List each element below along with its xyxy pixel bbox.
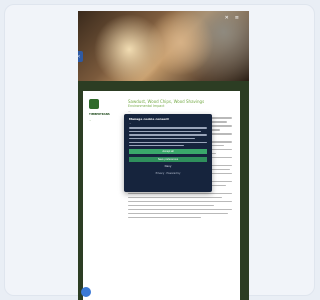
save-preferences-button[interactable]: Save preferences [129,157,207,163]
accept-cookies-button[interactable]: Accept all [129,149,207,155]
text-line [128,212,228,215]
hero-image: ✕ ≡ [78,11,249,81]
consent-text: ... [129,122,132,125]
logo-tagline: ... [89,119,92,122]
consent-text-line [129,127,207,129]
deny-link[interactable]: Deny [129,165,207,168]
consent-title: Manage cookie consent [129,117,169,121]
powered-by-text: Powered by [166,172,181,176]
consent-text-line [129,134,207,136]
text-line [128,208,232,211]
consent-body [129,127,207,147]
chat-icon[interactable] [81,287,91,297]
text-line [128,204,215,207]
cookie-consent-dialog: Manage cookie consent ... Accept all Sav… [124,114,212,192]
close-icon[interactable]: ✕ [225,16,229,21]
logo-name: TIMBERTRANS [89,113,110,116]
consent-text-line [129,141,207,143]
consent-text-line [129,137,196,140]
side-tab[interactable]: ‹ [78,51,83,62]
text-line [128,200,232,203]
logo-badge [89,99,99,109]
text-line [128,216,201,219]
article-subtitle: Environmental Impact [128,104,165,108]
hero-icons: ✕ ≡ [225,16,239,21]
consent-text-line [129,130,201,133]
logo[interactable]: TIMBERTRANS ... [89,99,115,149]
text-line [128,192,232,195]
menu-icon[interactable]: ≡ [235,16,239,21]
text-line [128,196,222,199]
consent-powered-by: Privacy · Powered by [155,172,181,176]
consent-text-line [129,145,184,147]
privacy-link[interactable]: Privacy [156,172,165,175]
